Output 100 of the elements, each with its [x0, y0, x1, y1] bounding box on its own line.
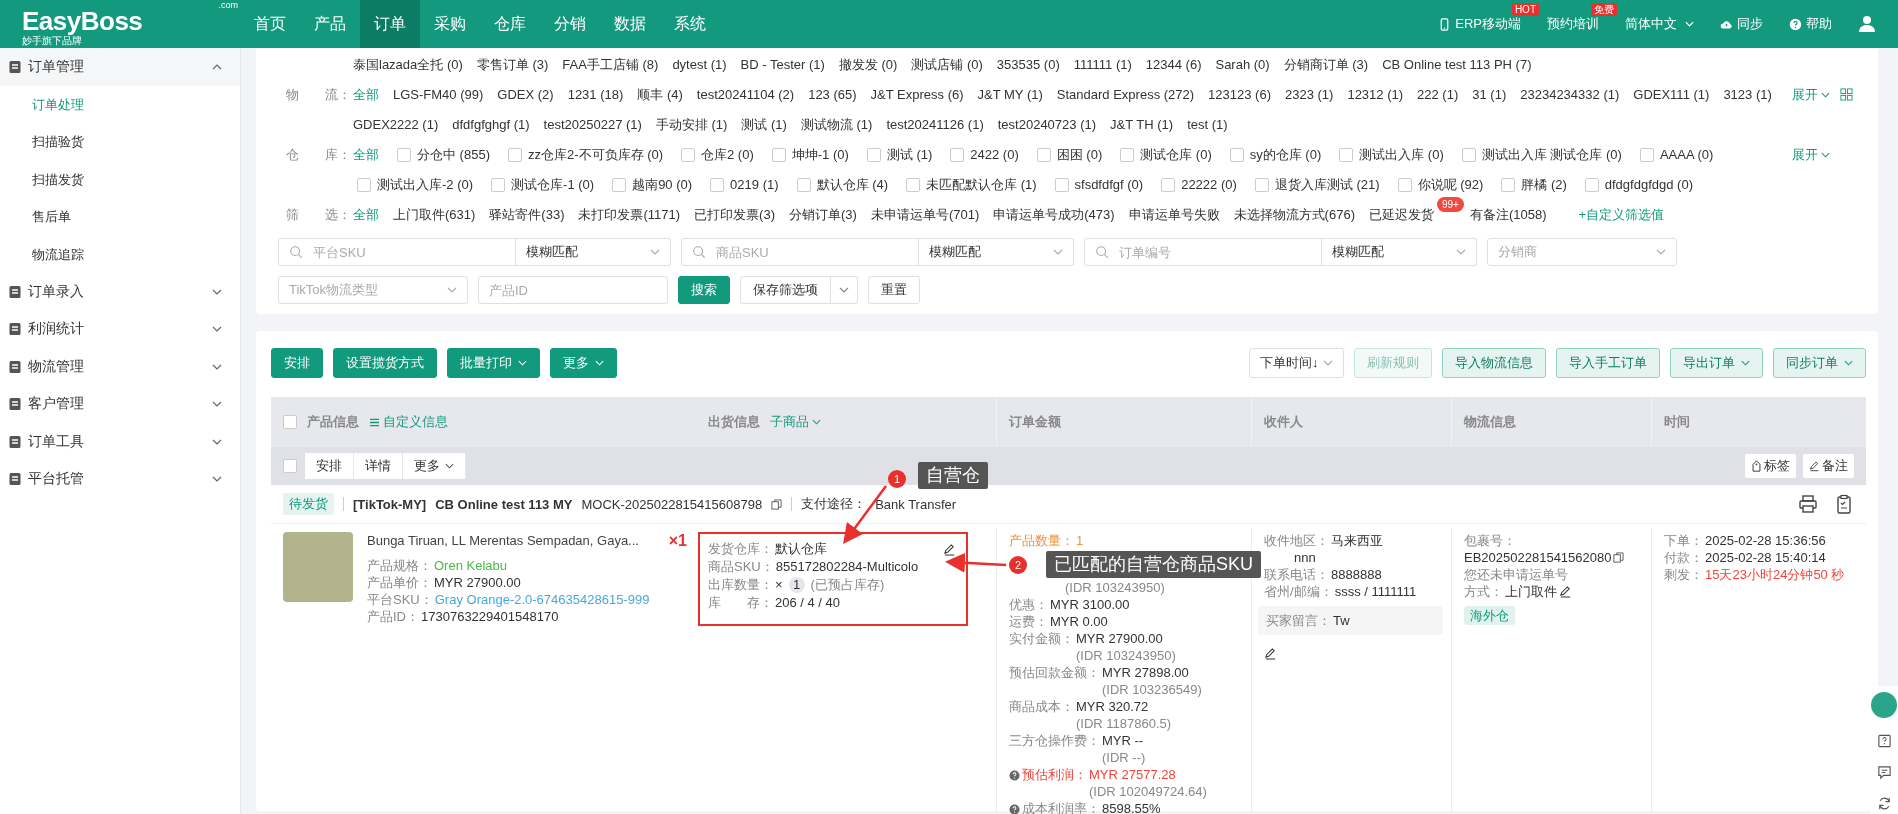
filter-option[interactable]: 已打印发票(3) [694, 207, 775, 222]
filter-option[interactable]: 测试物流 (1) [800, 117, 873, 132]
help-icon[interactable] [1009, 770, 1020, 781]
filter-option[interactable]: 上门取件(631) [393, 207, 476, 222]
sidebar-group[interactable]: 订单工具 [0, 423, 240, 461]
toolbar-button[interactable]: 批量打印 [447, 348, 540, 378]
nav-tab[interactable]: 订单 [360, 0, 420, 48]
checkbox-option[interactable]: AAAA (0) [1639, 140, 1714, 170]
sidebar-item[interactable]: 物流追踪 [0, 235, 240, 273]
checkbox[interactable] [710, 178, 725, 192]
nav-tab[interactable]: 首页 [240, 0, 300, 48]
checkbox-option[interactable]: 仓库2 (0) [681, 140, 754, 170]
help-icon[interactable] [1009, 804, 1020, 814]
filter-option[interactable]: 测试 (1) [741, 117, 787, 132]
filter-option[interactable]: GDEX (2) [497, 87, 554, 102]
checkbox[interactable] [796, 178, 811, 192]
checkbox-option[interactable]: 22222 (0) [1161, 170, 1237, 200]
filter-option[interactable]: 12344 (6) [1145, 57, 1202, 72]
reset-button[interactable]: 重置 [868, 276, 920, 304]
checkbox-option[interactable]: sfsdfdfgf (0) [1054, 170, 1144, 200]
filter-option[interactable]: 123123 (6) [1208, 87, 1271, 102]
checkbox[interactable] [612, 178, 627, 192]
filter-option[interactable]: 全部 [353, 80, 379, 110]
match-select[interactable]: 模糊匹配 [1322, 238, 1477, 266]
nav-tab[interactable]: 仓库 [480, 0, 540, 48]
sidebar-group[interactable]: 客户管理 [0, 385, 240, 423]
filter-option[interactable]: 123 (65) [808, 87, 857, 102]
filter-option[interactable]: CB Online test 113 PH (7) [1382, 57, 1532, 72]
input-field[interactable]: 产品ID [478, 276, 668, 304]
checkbox[interactable] [866, 148, 881, 162]
checkbox-option[interactable]: 越南90 (0) [612, 170, 693, 200]
checkbox-option[interactable]: sy的仓库 (0) [1229, 140, 1322, 170]
search-button[interactable]: 搜索 [678, 276, 730, 304]
pencil-icon[interactable] [943, 542, 956, 556]
checkbox-option[interactable]: 默认仓库 (4) [796, 170, 888, 200]
sidebar-item[interactable]: 售后单 [0, 198, 240, 236]
checkbox-option[interactable]: 测试出入库-2 (0) [357, 170, 474, 200]
filter-option[interactable]: Sarah (0) [1215, 57, 1270, 72]
checkbox-option[interactable]: 分仓中 (855) [397, 140, 490, 170]
checkbox-option[interactable]: 胖橘 (2) [1501, 170, 1567, 200]
filter-option[interactable]: 23234234332 (1) [1520, 87, 1620, 102]
match-select[interactable]: 模糊匹配 [919, 238, 1074, 266]
match-select[interactable]: 模糊匹配 [516, 238, 671, 266]
filter-option[interactable]: 分销商订单 (3) [1283, 57, 1369, 72]
filter-option[interactable]: 申请运单号失败 [1128, 207, 1220, 222]
filter-option[interactable]: LGS-FM40 (99) [393, 87, 484, 102]
copy-icon[interactable] [771, 498, 783, 510]
filter-option[interactable]: test20240723 (1) [997, 117, 1097, 132]
nav-tab[interactable]: 系统 [660, 0, 720, 48]
checkbox-option[interactable]: 2422 (0) [950, 140, 1019, 170]
custom-filter-link[interactable]: +自定义筛选值 [1578, 200, 1665, 230]
checkbox-option[interactable]: dfdgfdgfdgd (0) [1584, 170, 1693, 200]
checkbox-option[interactable]: 退货入库测试 (21) [1254, 170, 1380, 200]
help-icon[interactable] [1876, 734, 1892, 749]
pencil-icon[interactable] [1559, 585, 1572, 598]
filter-option[interactable]: 3123 (1) [1723, 87, 1772, 102]
filter-option[interactable]: 分销订单(3) [789, 207, 857, 222]
filter-option[interactable]: 31 (1) [1472, 87, 1507, 102]
filter-option[interactable]: 未选择物流方式(676) [1233, 207, 1355, 222]
search-field[interactable]: 订单编号 [1084, 238, 1322, 266]
filter-option[interactable]: 全部 [353, 140, 379, 170]
printer-icon[interactable] [1798, 494, 1818, 514]
header-link[interactable]: 预约培训 [1547, 15, 1599, 33]
checkbox[interactable] [906, 178, 920, 192]
nav-tab[interactable]: 数据 [600, 0, 660, 48]
filter-option[interactable]: 零售订单 (3) [476, 57, 549, 72]
chat-icon[interactable] [1876, 765, 1892, 780]
sidebar-item[interactable]: 订单处理 [0, 85, 240, 123]
filter-option[interactable]: dytest (1) [672, 57, 727, 72]
toolbar-button[interactable]: 更多 [550, 348, 617, 378]
search-field[interactable]: 平台SKU [278, 238, 516, 266]
filter-option[interactable]: 手动安排 (1) [655, 117, 728, 132]
checkbox[interactable] [283, 415, 297, 429]
filter-option[interactable]: 顺丰 (4) [637, 87, 683, 102]
checkbox[interactable] [283, 459, 297, 473]
sidebar-group[interactable]: 物流管理 [0, 348, 240, 386]
toolbar-button[interactable]: 设置揽货方式 [333, 348, 437, 378]
header-link[interactable]: 简体中文 [1625, 15, 1694, 33]
sidebar-group[interactable]: 平台托管 [0, 460, 240, 498]
clipboard-icon[interactable] [1834, 494, 1854, 514]
sidebar-group[interactable]: 订单录入 [0, 273, 240, 311]
batch-action-button[interactable]: 安排 [305, 453, 354, 479]
filter-option[interactable]: test20241126 (1) [886, 117, 984, 132]
filter-option[interactable]: 撤发发 (0) [838, 57, 898, 72]
sidebar-group[interactable]: 利润统计 [0, 310, 240, 348]
filter-option[interactable]: 未打印发票(1171) [578, 207, 681, 222]
checkbox[interactable] [1584, 178, 1599, 192]
filter-option[interactable]: GDEX111 (1) [1633, 87, 1710, 102]
checkbox[interactable] [507, 148, 522, 162]
avatar[interactable] [1871, 692, 1897, 718]
header-link[interactable]: 同步 [1720, 15, 1763, 33]
filter-option[interactable]: J&T MY (1) [977, 87, 1043, 102]
checkbox[interactable] [1639, 148, 1654, 162]
checkbox[interactable] [397, 148, 411, 162]
filter-option[interactable]: test20241104 (2) [696, 87, 795, 102]
checkbox[interactable] [950, 148, 965, 162]
filter-option[interactable]: dfdfgfghgf (1) [452, 117, 530, 132]
filter-option[interactable]: J&T Express (6) [870, 87, 964, 102]
save-filter-button[interactable]: 保存筛选项 [740, 276, 831, 304]
filter-option[interactable]: J&T TH (1) [1110, 117, 1174, 132]
